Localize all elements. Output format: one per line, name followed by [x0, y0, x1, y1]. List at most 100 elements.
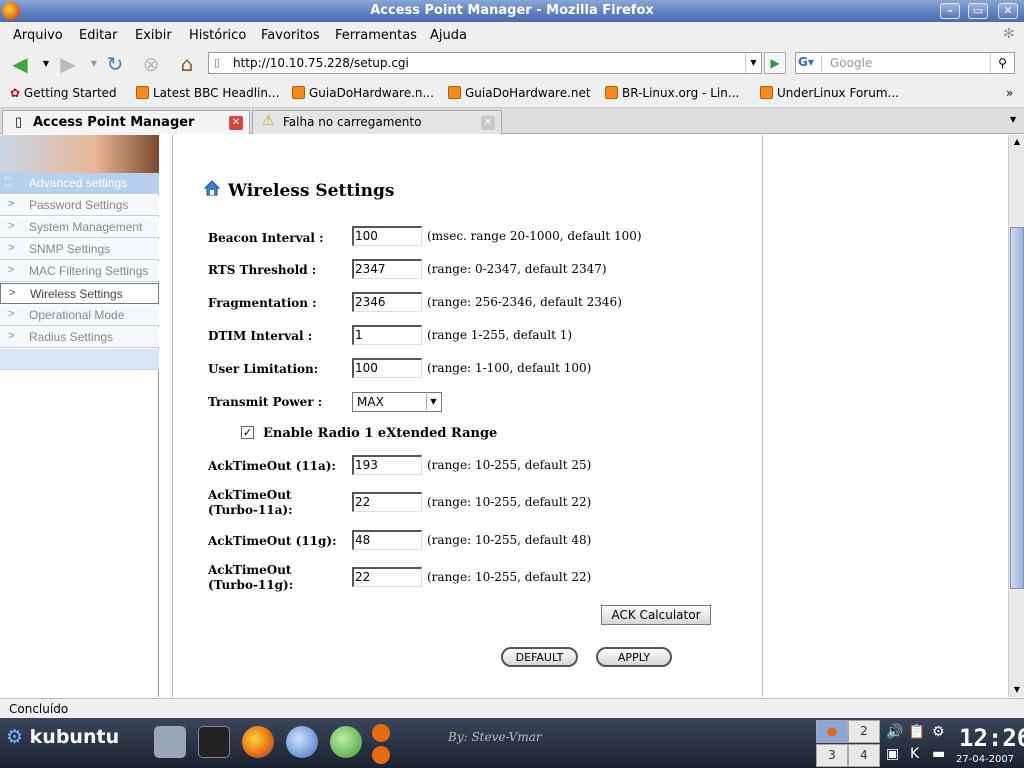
url-history-dropdown-icon[interactable]: ▼: [745, 53, 761, 73]
sidebar-item-snmp[interactable]: > SNMP Settings: [0, 239, 159, 260]
firefox-window-icon-2[interactable]: [372, 746, 390, 764]
rss-icon: [292, 86, 305, 99]
user-limitation-label: User Limitation:: [208, 362, 319, 376]
window-titlebar: Access Point Manager - Mozilla Firefox –…: [0, 0, 1024, 22]
default-button[interactable]: DEFAULT: [501, 647, 578, 667]
rss-icon: [760, 86, 773, 99]
menu-ajuda[interactable]: Ajuda: [430, 28, 467, 43]
rss-icon: [448, 86, 461, 99]
desktop-4-button[interactable]: 4: [848, 744, 880, 767]
acktimeout-11a-hint: (range: 10-255, default 25): [427, 458, 592, 472]
firefox-launcher-icon[interactable]: [242, 726, 274, 758]
bookmark-getting-started[interactable]: ✿ Getting Started: [10, 86, 117, 100]
transmit-power-select[interactable]: MAX ▼: [352, 392, 442, 412]
menu-editar[interactable]: Editar: [79, 28, 118, 43]
apply-button[interactable]: APPLY: [596, 647, 672, 667]
volume-icon[interactable]: 🔊: [886, 724, 903, 740]
sidebar-item-mac-filtering[interactable]: > MAC Filtering Settings: [0, 261, 159, 282]
network-icon[interactable]: ⚙: [932, 724, 945, 740]
go-button[interactable]: ▶: [764, 52, 786, 74]
minimize-button[interactable]: –: [940, 3, 960, 19]
beacon-interval-input[interactable]: 100: [352, 226, 422, 246]
vertical-scrollbar[interactable]: ▲ ▼: [1008, 135, 1024, 697]
throbber-icon: ✻: [1003, 26, 1015, 42]
menu-arquivo[interactable]: Arquivo: [13, 28, 63, 43]
fragmentation-label: Fragmentation :: [208, 296, 317, 310]
bookmark-underlinux[interactable]: UnderLinux Forum...: [760, 86, 899, 100]
acktimeout-11a-input[interactable]: 193: [352, 455, 422, 475]
messenger-icon[interactable]: [330, 726, 362, 758]
menu-historico[interactable]: Histórico: [189, 28, 246, 43]
menu-ferramentas[interactable]: Ferramentas: [335, 28, 417, 43]
sidebar: ⁚⁚ Advanced settings > Password Settings >…: [0, 135, 159, 697]
search-icon[interactable]: ⚲: [990, 53, 1014, 73]
scroll-down-icon[interactable]: ▼: [1009, 683, 1024, 697]
mail-client-icon[interactable]: [286, 726, 318, 758]
stop-icon[interactable]: ⊗: [139, 52, 163, 76]
url-bar[interactable]: ▯ http://10.10.75.228/setup.cgi ▼: [208, 52, 762, 74]
dtim-interval-input[interactable]: 1: [352, 325, 422, 345]
acktimeout-turbo11g-input[interactable]: 22: [352, 567, 422, 587]
close-window-button[interactable]: ✕: [998, 3, 1018, 19]
bookmark-label: Getting Started: [23, 86, 117, 100]
close-tab-icon[interactable]: ✕: [229, 116, 243, 130]
back-dropdown-icon[interactable]: ▼: [34, 52, 58, 76]
sidebar-item-label: SNMP Settings: [29, 242, 111, 256]
fragmentation-input[interactable]: 2346: [352, 292, 422, 312]
navigation-toolbar: ◀ ▼ ▶ ▼ ↻ ⊗ ⌂ ▯ http://10.10.75.228/setu…: [0, 48, 1024, 80]
bookmark-guiadohardware-net[interactable]: GuiaDoHardware.net: [448, 86, 591, 100]
klipper-icon[interactable]: 📋: [908, 724, 925, 740]
maximize-button[interactable]: ▭: [968, 3, 988, 19]
search-box[interactable]: G▾ Google ⚲: [795, 52, 1015, 74]
scrollbar-thumb[interactable]: [1010, 227, 1024, 589]
menu-favoritos[interactable]: Favoritos: [261, 28, 320, 43]
display-icon[interactable]: ▣: [886, 746, 899, 762]
menu-exibir[interactable]: Exibir: [135, 28, 172, 43]
tab-access-point-manager[interactable]: ▯ Access Point Manager ✕: [2, 110, 250, 134]
sidebar-item-wireless[interactable]: > Wireless Settings: [0, 283, 159, 304]
beacon-interval-hint: (msec. range 20-1000, default 100): [427, 229, 642, 243]
desktop-1-button[interactable]: ●: [816, 720, 848, 743]
sidebar-item-password[interactable]: > Password Settings: [0, 195, 159, 216]
tab-label: Access Point Manager: [33, 115, 195, 130]
rss-icon: [605, 86, 618, 99]
desktop-2-button[interactable]: 2: [848, 720, 880, 743]
forward-icon[interactable]: ▶: [56, 52, 80, 76]
bookmark-bbc[interactable]: Latest BBC Headlin...: [136, 86, 279, 100]
extended-range-checkbox[interactable]: ✓: [241, 426, 254, 439]
sidebar-item-operational-mode[interactable]: > Operational Mode: [0, 305, 159, 326]
reload-icon[interactable]: ↻: [103, 52, 127, 76]
getting-started-icon: ✿: [10, 86, 21, 100]
acktimeout-11g-input[interactable]: 48: [352, 530, 422, 550]
kmenu-button[interactable]: ⚙ kubuntu: [6, 726, 119, 748]
home-icon[interactable]: ⌂: [175, 52, 199, 76]
system-settings-icon[interactable]: [154, 726, 186, 758]
url-text[interactable]: http://10.10.75.228/setup.cgi: [233, 56, 409, 70]
acktimeout-turbo11g-label-line1: AckTimeOut: [208, 563, 292, 577]
chevron-right-icon: >: [8, 330, 15, 342]
sidebar-item-radius[interactable]: > Radius Settings: [0, 327, 159, 348]
sidebar-item-system[interactable]: > System Management: [0, 217, 159, 238]
back-icon[interactable]: ◀: [8, 52, 32, 76]
chevron-down-icon[interactable]: ▼: [426, 394, 440, 410]
acktimeout-turbo11a-input[interactable]: 22: [352, 492, 422, 512]
bookmark-br-linux[interactable]: BR-Linux.org - Lin...: [605, 86, 739, 100]
close-tab-icon[interactable]: ✕: [481, 116, 495, 130]
clock[interactable]: 12:26: [959, 724, 1024, 752]
bookmarks-overflow-icon[interactable]: »: [1006, 86, 1013, 100]
search-placeholder[interactable]: Google: [830, 56, 872, 70]
scroll-up-icon[interactable]: ▲: [1009, 135, 1024, 149]
bookmark-guiadohardware-n[interactable]: GuiaDoHardware.n...: [292, 86, 434, 100]
desktop-3-button[interactable]: 3: [816, 744, 848, 767]
tab-list-dropdown-icon[interactable]: ▼: [1010, 115, 1016, 124]
battery-icon[interactable]: ▬: [932, 746, 945, 762]
terminal-icon[interactable]: [198, 726, 230, 758]
firefox-window-icon[interactable]: [372, 724, 390, 742]
user-limitation-input[interactable]: 100: [352, 358, 422, 378]
rts-threshold-input[interactable]: 2347: [352, 259, 422, 279]
ack-calculator-button[interactable]: ACK Calculator: [601, 605, 711, 625]
kde-icon[interactable]: K: [910, 746, 919, 762]
search-engine-icon[interactable]: G▾: [798, 55, 822, 71]
status-text: Concluído: [9, 702, 69, 716]
tab-falha-no-carregamento[interactable]: ⚠ Falha no carregamento ✕: [252, 110, 502, 134]
